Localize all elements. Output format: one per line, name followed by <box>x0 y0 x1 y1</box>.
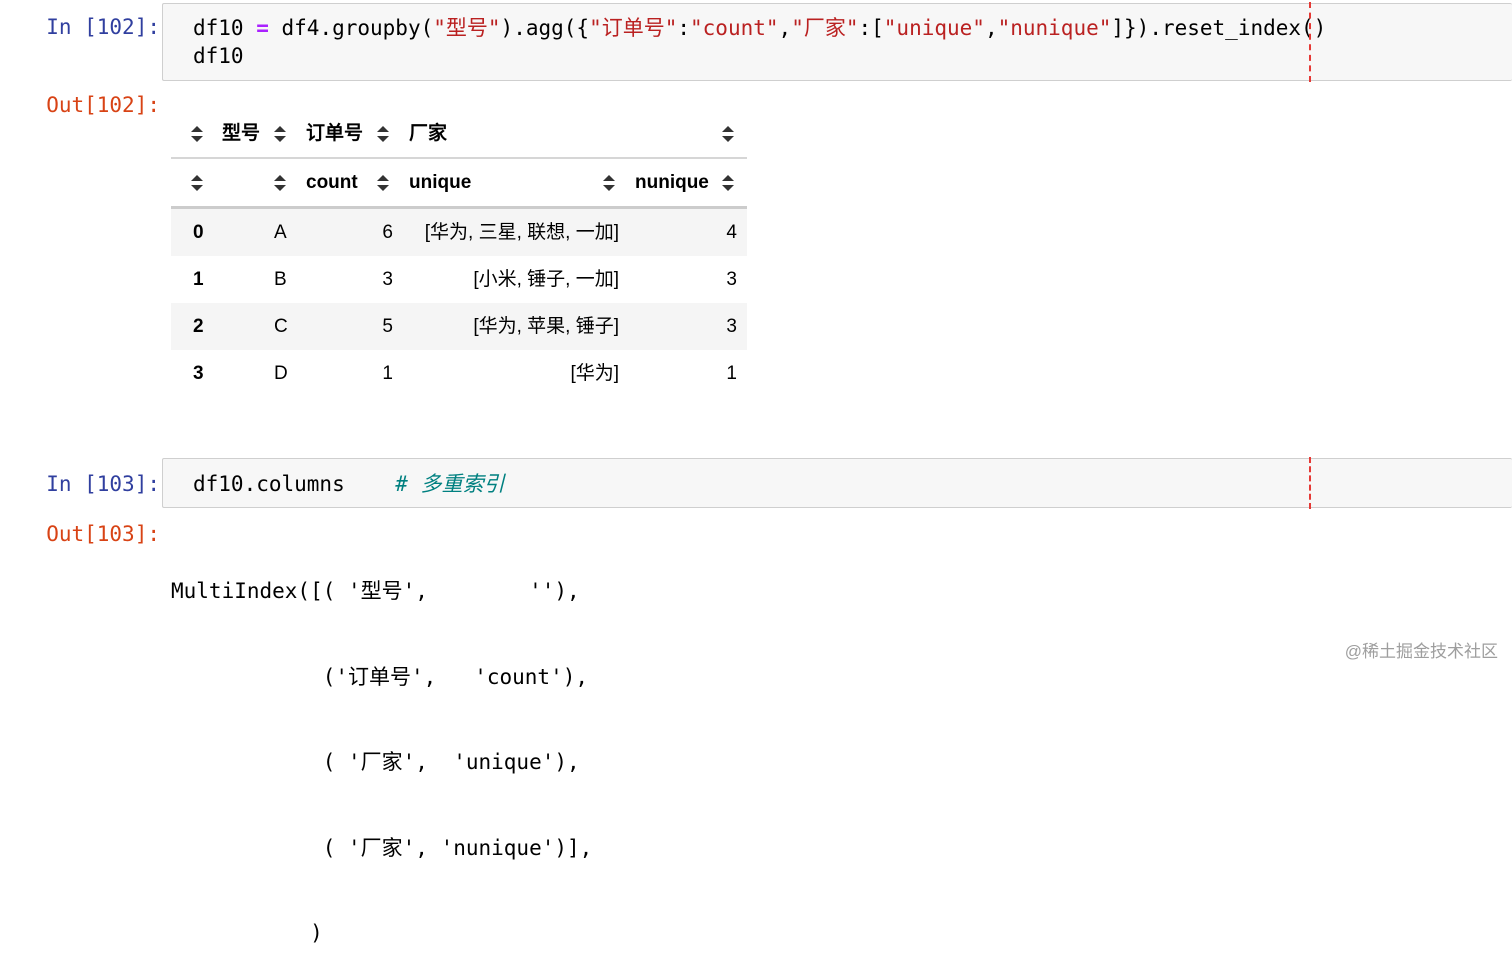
sort-icon[interactable] <box>377 126 389 142</box>
sort-icon[interactable] <box>722 175 734 191</box>
cell-count: 1 <box>382 363 393 384</box>
row-index: 0 <box>193 222 204 243</box>
code-operator-token: = <box>256 16 269 40</box>
cell-count: 5 <box>382 316 393 337</box>
code-string-token: "厂家" <box>791 16 859 40</box>
multiindex-output: MultiIndex([( '型号', ''), ('订单号', 'count'… <box>171 520 592 976</box>
code-token: : <box>677 16 691 40</box>
code-cell-102[interactable]: df10 = df4.groupby("型号").agg({"订单号":"cou… <box>162 2 1512 82</box>
table-header-row-1: 型号 订单号 厂家 <box>171 110 747 159</box>
in-prompt-102: In [102]: <box>46 15 160 39</box>
code-cell-103[interactable]: df10.columns # 多重索引 <box>162 457 1512 509</box>
cell-nunique: 3 <box>726 316 737 337</box>
output-line: ( '厂家', 'nunique')], <box>171 835 593 860</box>
sort-icon[interactable] <box>722 126 734 142</box>
sort-icon[interactable] <box>274 126 286 142</box>
line-length-ruler <box>1309 2 1311 82</box>
header-order: 订单号 <box>306 123 364 144</box>
cell-unique: [小米, 锤子, 一加] <box>473 269 619 290</box>
table-row: 0 A 6 [华为, 三星, 联想, 一加] 4 <box>171 209 747 256</box>
code-string-token: "订单号" <box>589 16 678 40</box>
header-model: 型号 <box>222 123 261 144</box>
cell-model: C <box>274 316 288 337</box>
code-token: , <box>778 16 792 40</box>
code-string-token: "unique" <box>883 16 985 40</box>
dataframe-table: 型号 订单号 厂家 count unique nunique 0 A 6 [华为… <box>171 110 747 397</box>
table-header-row-2: count unique nunique <box>171 159 747 209</box>
code-token: :[ <box>858 16 884 40</box>
cell-model: A <box>274 222 287 243</box>
cell-nunique: 4 <box>726 222 737 243</box>
sort-icon[interactable] <box>377 175 389 191</box>
sort-icon[interactable] <box>191 175 203 191</box>
code-string-token: "count" <box>690 16 779 40</box>
cell-model: D <box>274 363 288 384</box>
table-row: 1 B 3 [小米, 锤子, 一加] 3 <box>171 256 747 303</box>
sort-icon[interactable] <box>274 175 286 191</box>
line-length-ruler <box>1309 457 1311 509</box>
code-text: df10.columns <box>193 472 345 496</box>
code-line-1[interactable]: df10.columns # 多重索引 <box>193 470 505 498</box>
in-prompt-103: In [103]: <box>46 472 160 496</box>
cell-unique: [华为, 苹果, 锤子] <box>473 316 619 337</box>
row-index: 2 <box>193 316 204 337</box>
cell-unique: [华为] <box>570 363 619 384</box>
out-prompt-102: Out[102]: <box>46 93 160 117</box>
cell-nunique: 3 <box>726 269 737 290</box>
code-token: df10 <box>193 16 257 40</box>
code-line-1[interactable]: df10 = df4.groupby("型号").agg({"订单号":"cou… <box>193 14 1326 42</box>
header-unique: unique <box>409 172 472 193</box>
row-index: 3 <box>193 363 204 384</box>
watermark: @稀土掘金技术社区 <box>1344 642 1498 661</box>
cell-model: B <box>274 269 287 290</box>
cell-count: 6 <box>382 222 393 243</box>
code-token: ).agg({ <box>500 16 590 40</box>
code-token: , <box>984 16 998 40</box>
code-token: ]}).reset_index() <box>1111 16 1327 40</box>
header-maker: 厂家 <box>409 123 448 144</box>
table-row: 3 D 1 [华为] 1 <box>171 350 747 397</box>
header-nunique: nunique <box>635 172 709 193</box>
sort-icon[interactable] <box>191 126 203 142</box>
output-line: ( '厂家', 'unique'), <box>171 750 580 774</box>
output-line: ('订单号', 'count'), <box>171 664 589 689</box>
cell-count: 3 <box>382 269 393 290</box>
sort-icon[interactable] <box>603 175 615 191</box>
code-token: df4.groupby( <box>268 16 434 40</box>
row-index: 1 <box>193 269 204 290</box>
output-line: MultiIndex([( '型号', ''), <box>171 579 580 603</box>
code-string-token: "nunique" <box>997 16 1112 40</box>
code-comment: # 多重索引 <box>395 472 505 496</box>
cell-unique: [华为, 三星, 联想, 一加] <box>424 222 619 243</box>
table-row: 2 C 5 [华为, 苹果, 锤子] 3 <box>171 303 747 350</box>
code-line-2[interactable]: df10 <box>193 42 244 70</box>
code-string-token: "型号" <box>433 16 501 40</box>
out-prompt-103: Out[103]: <box>46 522 160 546</box>
cell-nunique: 1 <box>726 363 737 384</box>
output-line: ) <box>171 921 323 945</box>
header-count: count <box>306 172 358 193</box>
